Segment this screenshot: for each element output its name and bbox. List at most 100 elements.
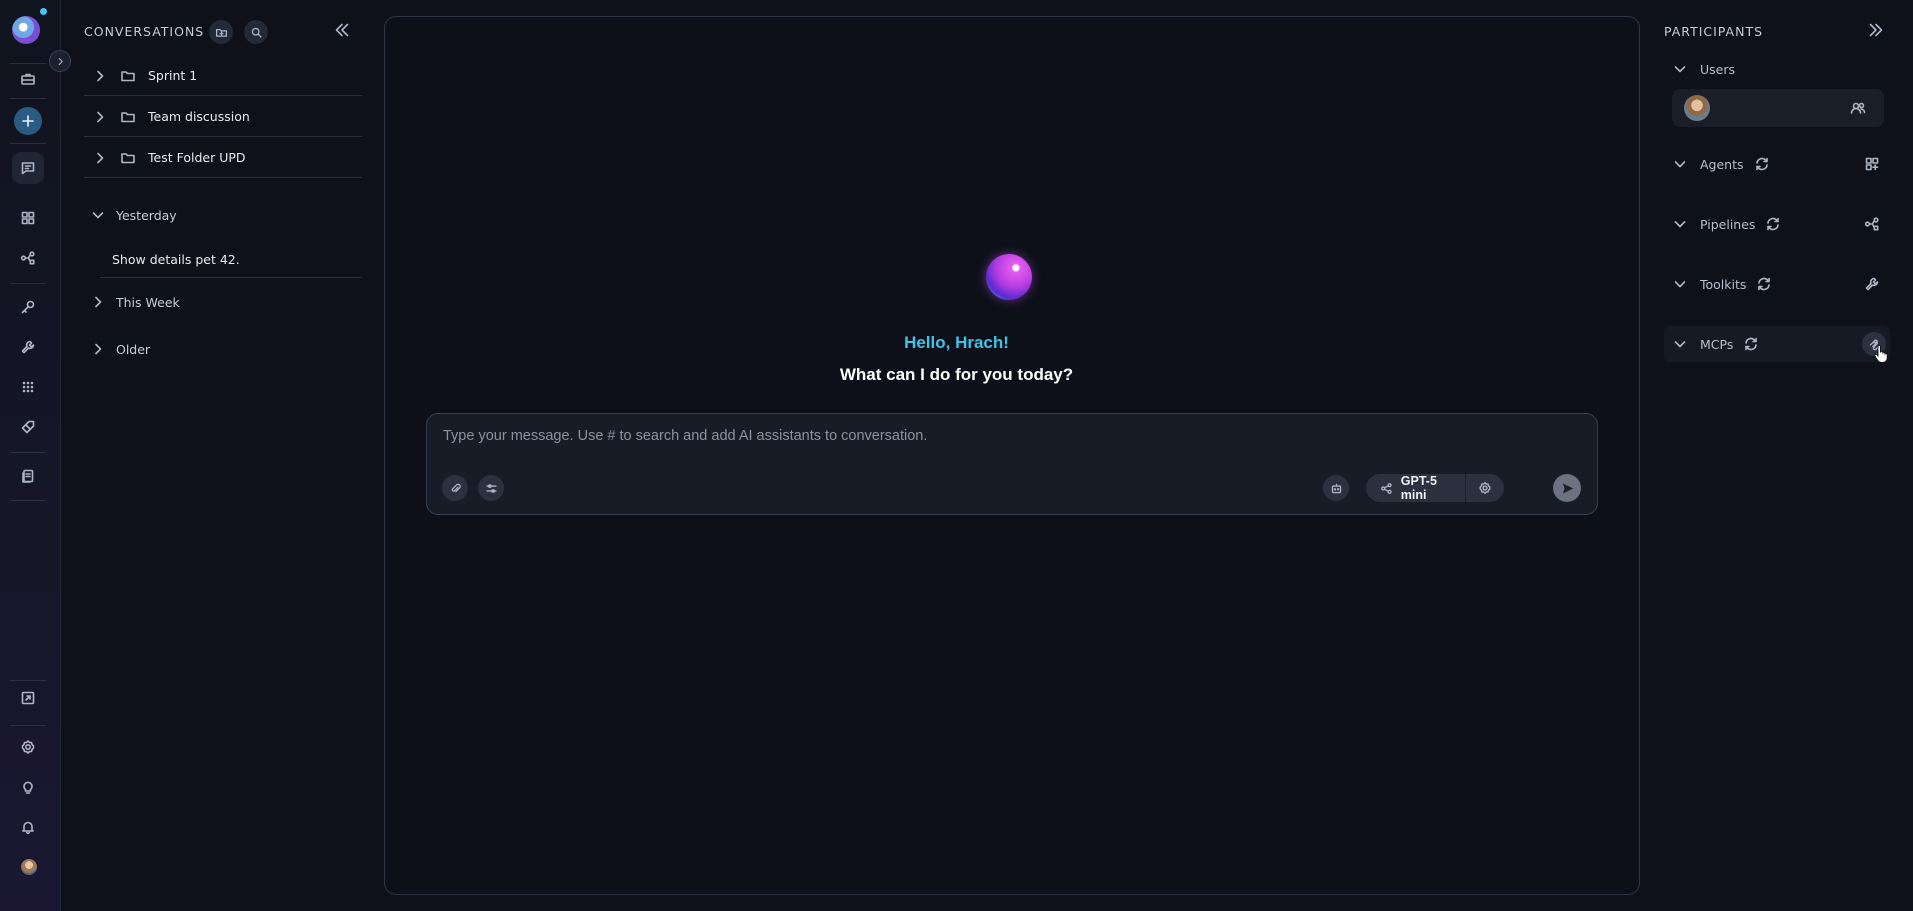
chevron-down-icon [1674, 341, 1686, 348]
folder-label: Test Folder UPD [148, 150, 246, 165]
rail-divider [10, 452, 46, 453]
users-group-icon[interactable] [1850, 100, 1866, 116]
share-nodes-icon [1381, 482, 1392, 494]
greeting-question: What can I do for you today? [839, 365, 1074, 384]
chevron-down-icon [1674, 66, 1686, 73]
chevron-down-icon [1674, 161, 1686, 168]
folder-plus-icon [215, 28, 227, 37]
folder-row-team-discussion[interactable]: Team discussion [84, 97, 362, 137]
rail-divider [10, 98, 46, 99]
folder-label: Team discussion [148, 109, 250, 124]
avatar[interactable] [21, 859, 37, 875]
collapse-participants-button[interactable] [1868, 22, 1884, 42]
collapse-panel-button[interactable] [334, 22, 350, 42]
settings-icon [1479, 482, 1491, 494]
new-conversation-button[interactable] [14, 107, 42, 135]
hand-cursor-icon [1874, 344, 1888, 363]
options-button[interactable] [478, 475, 504, 501]
pipeline-icon[interactable] [12, 242, 44, 274]
sliders-icon [485, 483, 497, 493]
model-selector[interactable]: GPT-5 mini [1366, 474, 1504, 502]
conversation-title: Show details pet 42. [112, 252, 240, 267]
lightbulb-icon[interactable] [12, 771, 44, 803]
conversations-title: CONVERSATIONS [84, 24, 205, 39]
tag-icon[interactable] [12, 411, 44, 443]
double-chevron-left-icon [335, 23, 349, 37]
chevron-down-icon [1674, 281, 1686, 288]
folder-row-sprint-1[interactable]: Sprint 1 [84, 56, 362, 96]
attach-button[interactable] [442, 475, 468, 501]
add-pipeline-icon[interactable] [1864, 216, 1880, 232]
section-label: Toolkits [1700, 276, 1747, 292]
section-label: Agents [1700, 156, 1744, 172]
chevron-right-icon [95, 296, 102, 308]
send-icon [1562, 482, 1573, 494]
message-input[interactable] [443, 428, 1563, 444]
chat-icon[interactable] [12, 152, 44, 184]
rail-divider [10, 143, 46, 144]
rail-expand-button[interactable] [49, 50, 71, 72]
double-chevron-right-icon [1869, 23, 1883, 37]
refresh-icon[interactable] [1756, 276, 1772, 292]
section-label: Users [1700, 61, 1736, 77]
notification-dot [40, 8, 47, 15]
refresh-icon[interactable] [1765, 216, 1781, 232]
refresh-icon[interactable] [1743, 336, 1759, 352]
search-button[interactable] [244, 20, 268, 44]
model-name: GPT-5 mini [1400, 474, 1437, 502]
bell-icon[interactable] [12, 811, 44, 843]
group-label: Yesterday [116, 207, 177, 223]
logo-icon[interactable] [12, 16, 40, 44]
rail-divider [10, 725, 46, 726]
message-composer: GPT-5 mini [426, 413, 1598, 515]
briefcase-icon[interactable] [12, 63, 44, 95]
key-icon[interactable] [12, 291, 44, 323]
chevron-right-icon [97, 70, 104, 81]
section-pipelines[interactable]: Pipelines [1664, 206, 1890, 242]
section-toolkits[interactable]: Toolkits [1664, 266, 1890, 302]
rail-divider [10, 500, 46, 501]
model-settings-button[interactable] [1466, 474, 1504, 502]
folder-icon [121, 70, 135, 81]
group-label: This Week [116, 294, 180, 310]
conversation-item[interactable]: Show details pet 42. [100, 242, 362, 278]
user-avatar [1684, 95, 1710, 121]
model-select-button[interactable]: GPT-5 mini [1366, 474, 1465, 502]
refresh-icon[interactable] [1754, 156, 1770, 172]
documents-icon[interactable] [12, 460, 44, 492]
add-toolkit-icon[interactable] [1864, 276, 1880, 292]
group-yesterday[interactable]: Yesterday [84, 201, 362, 229]
chevron-right-icon [97, 152, 104, 163]
chevron-down-icon [92, 212, 104, 219]
conversations-panel: CONVERSATIONS Sprint 1 Team discussion T… [62, 0, 367, 911]
robot-icon [1331, 483, 1341, 493]
send-button[interactable] [1553, 474, 1581, 502]
add-agent-icon[interactable] [1864, 156, 1880, 172]
new-folder-button[interactable] [209, 20, 233, 44]
group-this-week[interactable]: This Week [84, 288, 362, 316]
rail-divider [10, 680, 46, 681]
agent-button[interactable] [1323, 475, 1349, 501]
folder-icon [121, 152, 135, 163]
grid-icon[interactable] [12, 202, 44, 234]
participants-title: PARTICIPANTS [1664, 24, 1764, 39]
section-mcps[interactable]: MCPs [1664, 326, 1890, 362]
user-participant-card[interactable] [1672, 89, 1884, 127]
section-label: MCPs [1700, 336, 1734, 352]
paperclip-icon [451, 483, 461, 492]
section-users[interactable]: Users [1664, 51, 1890, 87]
folder-icon [121, 111, 135, 122]
icon-rail [0, 0, 61, 911]
section-label: Pipelines [1700, 216, 1756, 232]
section-agents[interactable]: Agents [1664, 146, 1890, 182]
chevron-down-icon [1674, 221, 1686, 228]
greeting-text: Hello, Hrach! [904, 333, 1009, 352]
rail-divider [10, 283, 46, 284]
export-icon[interactable] [12, 682, 44, 714]
search-icon [251, 27, 262, 38]
chevron-right-icon [97, 111, 104, 122]
folder-row-test-folder-upd[interactable]: Test Folder UPD [84, 138, 362, 178]
folder-label: Sprint 1 [148, 68, 198, 83]
settings-icon[interactable] [12, 731, 44, 763]
participants-panel: PARTICIPANTS Users Agents Pipelines Tool… [1660, 0, 1913, 911]
